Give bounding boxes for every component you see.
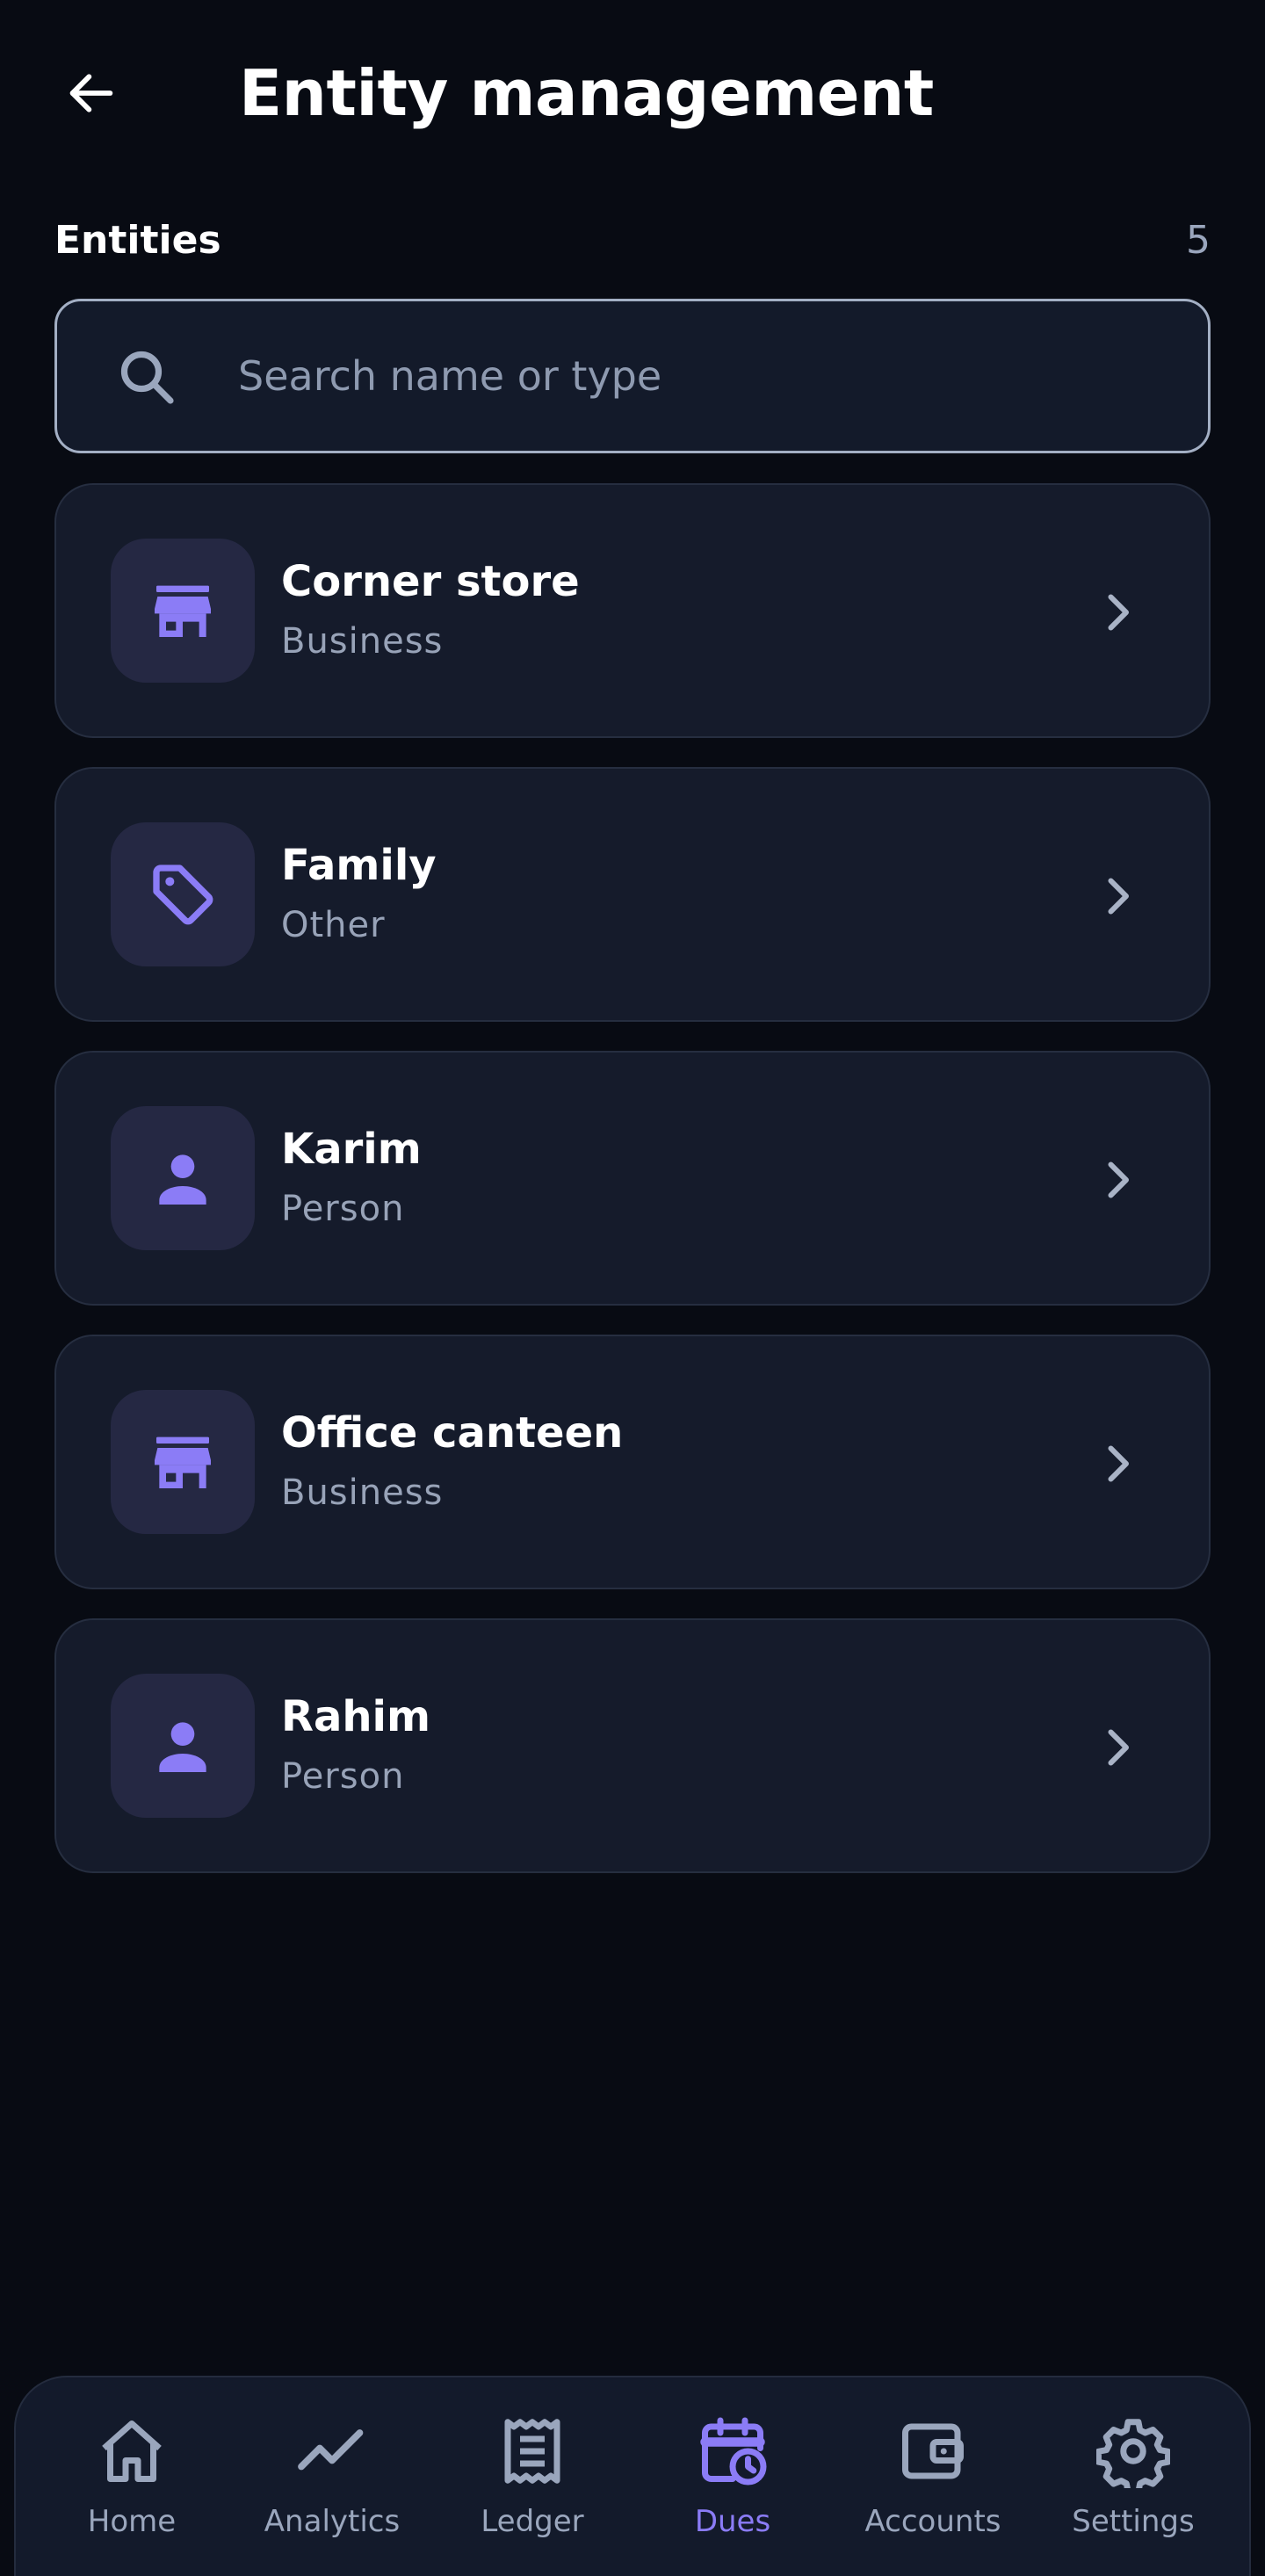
entity-row-corner-store[interactable]: Corner store Business — [54, 483, 1211, 738]
section-label: Entities — [54, 218, 221, 263]
nav-item-home[interactable]: Home — [33, 2377, 230, 2576]
entity-list: Corner store Business Family Other Karim… — [54, 483, 1211, 1902]
nav-item-accounts[interactable]: Accounts — [835, 2377, 1031, 2576]
nav-item-settings[interactable]: Settings — [1035, 2377, 1232, 2576]
entity-management-screen: Entity management Entities 5 Corner stor… — [0, 0, 1265, 2576]
back-button[interactable] — [53, 54, 130, 132]
store-icon — [155, 1436, 211, 1488]
entity-row-office-canteen[interactable]: Office canteen Business — [54, 1335, 1211, 1589]
bottom-navigation: Home Analytics Ledger Dues Accounts Sett… — [14, 2376, 1251, 2576]
wallet-icon — [902, 2423, 964, 2479]
entity-row-rahim[interactable]: Rahim Person — [54, 1618, 1211, 1873]
nav-label: Dues — [694, 2504, 771, 2539]
trend-line-icon — [298, 2429, 364, 2471]
chevron-right-icon — [1108, 1161, 1129, 1198]
entity-icon-tile — [111, 822, 255, 966]
entity-count: 5 — [1186, 218, 1211, 263]
chevron-right-icon — [1108, 594, 1129, 631]
nav-label: Analytics — [264, 2504, 401, 2539]
chevron-right-icon — [1108, 1445, 1129, 1482]
nav-label: Settings — [1072, 2504, 1195, 2539]
nav-item-ledger[interactable]: Ledger — [434, 2377, 631, 2576]
entity-type: Person — [281, 1189, 405, 1229]
chevron-right-icon — [1108, 878, 1129, 915]
top-bar: Entity management — [0, 0, 1265, 188]
search-box[interactable] — [54, 299, 1211, 453]
entity-type: Business — [281, 1473, 444, 1513]
entity-row-karim[interactable]: Karim Person — [54, 1051, 1211, 1306]
entity-icon-tile — [111, 1674, 255, 1818]
entity-icon-tile — [111, 539, 255, 683]
entity-name: Karim — [281, 1125, 422, 1174]
gear-icon — [1096, 2419, 1170, 2488]
chevron-right-icon — [1108, 1729, 1129, 1766]
entity-type: Other — [281, 905, 386, 945]
nav-label: Home — [87, 2504, 177, 2539]
entity-icon-tile — [111, 1106, 255, 1250]
entity-type: Person — [281, 1756, 405, 1797]
person-icon — [159, 1722, 206, 1772]
entity-name: Corner store — [281, 557, 580, 606]
arrow-left-icon — [69, 74, 113, 112]
entity-icon-tile — [111, 1390, 255, 1534]
home-icon — [102, 2420, 162, 2482]
calendar-clock-icon — [700, 2417, 767, 2486]
entity-name: Office canteen — [281, 1408, 624, 1458]
nav-label: Accounts — [864, 2504, 1001, 2539]
nav-item-analytics[interactable]: Analytics — [234, 2377, 430, 2576]
entity-name: Family — [281, 841, 437, 890]
store-icon — [155, 585, 211, 637]
entity-name: Rahim — [281, 1692, 430, 1741]
entity-row-family[interactable]: Family Other — [54, 767, 1211, 1022]
nav-item-dues[interactable]: Dues — [634, 2377, 831, 2576]
receipt-icon — [504, 2419, 560, 2484]
page-title: Entity management — [239, 56, 934, 130]
nav-label: Ledger — [481, 2504, 584, 2539]
person-icon — [159, 1154, 206, 1205]
tag-icon — [153, 865, 213, 925]
search-input[interactable] — [238, 301, 1187, 451]
entity-type: Business — [281, 621, 444, 662]
search-icon — [120, 351, 174, 404]
